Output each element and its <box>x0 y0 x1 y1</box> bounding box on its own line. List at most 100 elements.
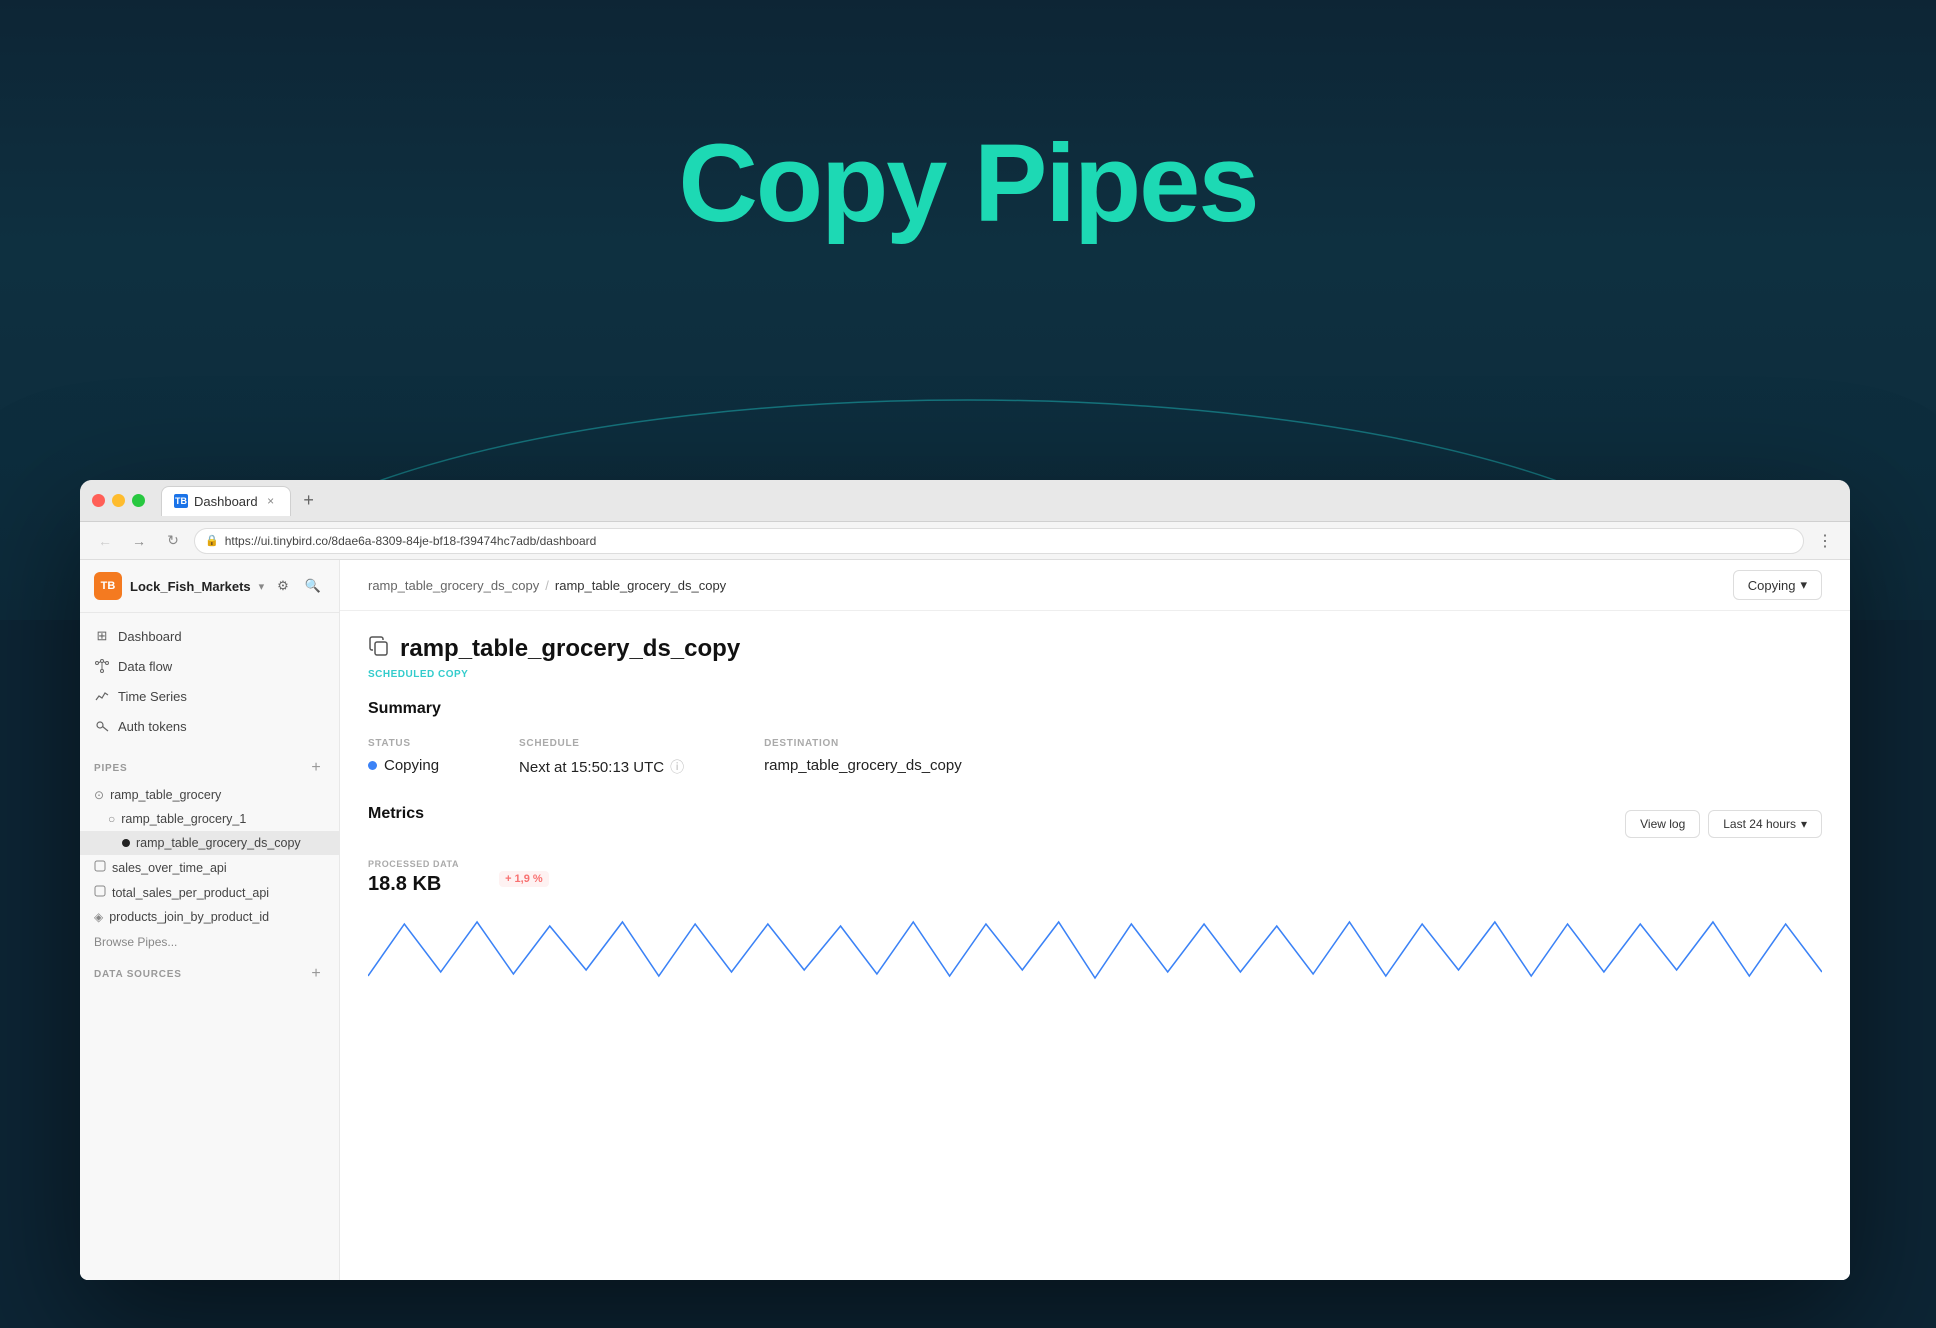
tab-favicon: TB <box>174 494 188 508</box>
browser-tab-active[interactable]: TB Dashboard × <box>161 486 291 516</box>
browse-pipes-link[interactable]: Browse Pipes... <box>80 929 339 955</box>
sidebar-item-dashboard[interactable]: ⊞ Dashboard <box>80 621 339 651</box>
workspace-caret: ▾ <box>259 580 265 593</box>
timeseries-icon <box>94 688 110 704</box>
destination-col: DESTINATION ramp_table_grocery_ds_copy <box>764 738 962 777</box>
pipes-add-button[interactable]: + <box>307 759 325 777</box>
new-tab-button[interactable]: + <box>295 487 323 515</box>
lock-icon: 🔒 <box>205 534 219 547</box>
traffic-light-minimize[interactable] <box>112 494 125 507</box>
schedule-label: SCHEDULE <box>519 738 684 749</box>
pipe-child-label: ramp_table_grocery_1 <box>121 812 246 826</box>
metrics-header: Metrics View log Last 24 hours ▾ <box>368 805 1822 843</box>
processed-data-value: 18.8 KB <box>368 873 459 896</box>
hero-title: Copy Pipes <box>678 120 1257 247</box>
traffic-light-maximize[interactable] <box>132 494 145 507</box>
settings-icon[interactable]: ⚙ <box>271 574 295 598</box>
pipe-child-icon: ○ <box>108 812 115 826</box>
processed-row: PROCESSED DATA 18.8 KB + 1,9 % <box>368 859 1822 896</box>
pipe-child-child-label: ramp_table_grocery_ds_copy <box>136 836 301 850</box>
summary-grid: STATUS Copying SCHEDULE Next at 15:50:13… <box>368 738 1822 777</box>
dashboard-icon: ⊞ <box>94 628 110 644</box>
status-col: STATUS Copying <box>368 738 439 777</box>
change-badge-container: + 1,9 % <box>499 869 549 887</box>
traffic-lights <box>92 494 145 507</box>
status-text: Copying <box>384 757 439 774</box>
pipe-label-join: products_join_by_product_id <box>109 910 269 924</box>
sidebar-item-timeseries[interactable]: Time Series <box>80 681 339 711</box>
processed-data-col: PROCESSED DATA 18.8 KB <box>368 859 459 896</box>
authtoken-icon <box>94 718 110 734</box>
breadcrumb: ramp_table_grocery_ds_copy / ramp_table_… <box>368 578 726 593</box>
tab-close-button[interactable]: × <box>264 494 278 508</box>
breadcrumb-separator: / <box>545 578 549 593</box>
pipe-label-sales: sales_over_time_api <box>112 861 227 875</box>
copying-chevron-icon: ▾ <box>1800 577 1807 593</box>
pipe-square-icon-2 <box>94 885 106 900</box>
schedule-info-icon[interactable]: ⓘ <box>670 757 684 777</box>
processed-data-label: PROCESSED DATA <box>368 859 459 869</box>
pipes-section-header: PIPES + <box>80 749 339 783</box>
status-label: STATUS <box>368 738 439 749</box>
time-range-chevron-icon: ▾ <box>1801 817 1807 831</box>
chart-area <box>368 904 1822 984</box>
app-content: TB Lock_Fish_Markets ▾ ⚙ 🔍 ⊞ Dashboard <box>80 560 1850 1280</box>
reload-button[interactable]: ↻ <box>160 528 186 554</box>
address-field[interactable]: 🔒 https://ui.tinybird.co/8dae6a-8309-84j… <box>194 528 1804 554</box>
pipe-item-ramp-grocery-1[interactable]: ○ ramp_table_grocery_1 <box>80 807 339 831</box>
status-value: Copying <box>368 757 439 774</box>
workspace-header: TB Lock_Fish_Markets ▾ ⚙ 🔍 <box>80 560 339 613</box>
pipe-item-products-join[interactable]: ◈ products_join_by_product_id <box>80 905 339 929</box>
main-content: ramp_table_grocery_ds_copy / ramp_table_… <box>340 560 1850 1280</box>
workspace-info[interactable]: TB Lock_Fish_Markets ▾ <box>94 572 264 600</box>
view-log-button[interactable]: View log <box>1625 810 1700 838</box>
url-text: https://ui.tinybird.co/8dae6a-8309-84je-… <box>225 534 597 548</box>
copying-button-label: Copying <box>1748 578 1796 593</box>
breadcrumb-current: ramp_table_grocery_ds_copy <box>555 578 726 593</box>
back-button[interactable]: ← <box>92 528 118 554</box>
change-badge: + 1,9 % <box>499 871 549 887</box>
breadcrumb-parent[interactable]: ramp_table_grocery_ds_copy <box>368 578 539 593</box>
browser-chrome: TB Dashboard × + <box>80 480 1850 522</box>
page-title: ramp_table_grocery_ds_copy <box>400 635 740 663</box>
pipe-item-sales-over-time[interactable]: sales_over_time_api <box>80 855 339 880</box>
pipe-square-icon-1 <box>94 860 106 875</box>
copying-status-button[interactable]: Copying ▾ <box>1733 570 1822 600</box>
search-icon[interactable]: 🔍 <box>301 574 325 598</box>
time-range-button[interactable]: Last 24 hours ▾ <box>1708 810 1822 838</box>
data-sources-label: DATA SOURCES <box>94 969 182 980</box>
workspace-actions: ⚙ 🔍 <box>271 574 325 598</box>
pipe-label: ramp_table_grocery <box>110 788 221 802</box>
page-body: ramp_table_grocery_ds_copy SCHEDULED COP… <box>340 611 1850 1008</box>
sidebar-item-authtokens[interactable]: Auth tokens <box>80 711 339 741</box>
time-range-label: Last 24 hours <box>1723 817 1796 831</box>
pipe-item-ramp-grocery[interactable]: ⊙ ramp_table_grocery <box>80 783 339 807</box>
schedule-col: SCHEDULE Next at 15:50:13 UTC ⓘ <box>519 738 684 777</box>
sidebar-item-dataflow[interactable]: Data flow <box>80 651 339 681</box>
sidebar-item-authtokens-label: Auth tokens <box>118 719 187 734</box>
more-options-button[interactable]: ⋮ <box>1812 528 1838 554</box>
pipe-join-icon: ◈ <box>94 910 103 924</box>
sidebar-item-timeseries-label: Time Series <box>118 689 187 704</box>
traffic-light-close[interactable] <box>92 494 105 507</box>
data-sources-add-button[interactable]: + <box>307 965 325 983</box>
pipe-item-total-sales[interactable]: total_sales_per_product_api <box>80 880 339 905</box>
sidebar: TB Lock_Fish_Markets ▾ ⚙ 🔍 ⊞ Dashboard <box>80 560 340 1280</box>
dataflow-icon <box>94 658 110 674</box>
destination-label: DESTINATION <box>764 738 962 749</box>
pipe-active-dot <box>122 839 130 847</box>
pipe-copy-icon: ⊙ <box>94 788 104 802</box>
metrics-actions: View log Last 24 hours ▾ <box>1625 810 1822 838</box>
page-title-row: ramp_table_grocery_ds_copy <box>368 635 1822 663</box>
nav-items: ⊞ Dashboard <box>80 613 339 749</box>
summary-title: Summary <box>368 700 1822 718</box>
copy-pipe-icon <box>368 635 390 663</box>
workspace-avatar: TB <box>94 572 122 600</box>
forward-button[interactable]: → <box>126 528 152 554</box>
browser-window: TB Dashboard × + ← → ↻ 🔒 https://ui.tiny… <box>80 480 1850 1280</box>
pipe-item-ramp-grocery-ds-copy[interactable]: ramp_table_grocery_ds_copy <box>80 831 339 855</box>
schedule-value: Next at 15:50:13 UTC ⓘ <box>519 757 684 777</box>
scheduled-copy-tag: SCHEDULED COPY <box>368 669 1822 680</box>
data-sources-section-header: DATA SOURCES + <box>80 955 339 989</box>
summary-section: Summary STATUS Copying SCHEDULE <box>368 700 1822 777</box>
